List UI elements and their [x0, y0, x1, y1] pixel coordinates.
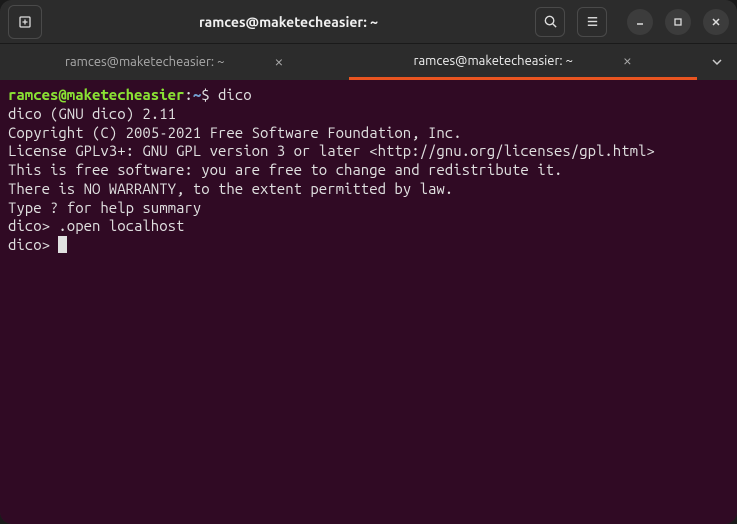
- dico-prompt: dico>: [8, 217, 58, 234]
- menu-button[interactable]: [577, 7, 607, 37]
- prompt-user: ramces@maketecheasier: [8, 86, 184, 103]
- new-tab-icon: [17, 14, 33, 30]
- terminal-window: ramces@maketecheasier: ~: [0, 0, 737, 524]
- prompt-path: ~: [193, 86, 201, 103]
- dico-prompt-line: dico>: [8, 236, 729, 255]
- output-line: There is NO WARRANTY, to the extent perm…: [8, 180, 729, 199]
- command-text: dico: [218, 86, 252, 103]
- tab-label: ramces@maketecheasier: ~: [65, 55, 224, 69]
- titlebar-left: [8, 5, 42, 39]
- chevron-down-icon: [710, 55, 724, 69]
- minimize-icon: [634, 16, 646, 28]
- minimize-button[interactable]: [627, 9, 653, 35]
- maximize-button[interactable]: [665, 9, 691, 35]
- search-icon: [543, 14, 558, 29]
- output-line: This is free software: you are free to c…: [8, 161, 729, 180]
- close-button[interactable]: [703, 9, 729, 35]
- output-line: dico (GNU dico) 2.11: [8, 105, 729, 124]
- hamburger-icon: [585, 14, 600, 29]
- output-line: Type ? for help summary: [8, 199, 729, 218]
- tab-dropdown-button[interactable]: [697, 44, 737, 80]
- new-tab-button[interactable]: [8, 5, 42, 39]
- tab-2[interactable]: ramces@maketecheasier: ~ ×: [349, 44, 698, 80]
- window-title: ramces@maketecheasier: ~: [42, 14, 535, 30]
- terminal-body[interactable]: ramces@maketecheasier:~$ dico dico (GNU …: [0, 80, 737, 524]
- prompt-symbol: $: [201, 86, 209, 103]
- window-controls: [627, 9, 729, 35]
- dico-prompt: dico>: [8, 236, 58, 253]
- prompt-line: ramces@maketecheasier:~$ dico: [8, 86, 729, 105]
- tab-label: ramces@maketecheasier: ~: [414, 54, 573, 68]
- tab-close-button[interactable]: ×: [274, 53, 283, 71]
- cursor: [58, 236, 67, 253]
- tab-1[interactable]: ramces@maketecheasier: ~ ×: [0, 44, 349, 80]
- dico-prompt-line: dico> .open localhost: [8, 217, 729, 236]
- tabbar: ramces@maketecheasier: ~ × ramces@makete…: [0, 44, 737, 80]
- dico-command: .open localhost: [58, 217, 184, 234]
- tab-close-button[interactable]: ×: [623, 52, 632, 70]
- titlebar-right: [535, 7, 729, 37]
- output-line: Copyright (C) 2005-2021 Free Software Fo…: [8, 124, 729, 143]
- output-line: License GPLv3+: GNU GPL version 3 or lat…: [8, 142, 729, 161]
- maximize-icon: [672, 16, 684, 28]
- search-button[interactable]: [535, 7, 565, 37]
- close-icon: [710, 16, 722, 28]
- titlebar: ramces@maketecheasier: ~: [0, 0, 737, 44]
